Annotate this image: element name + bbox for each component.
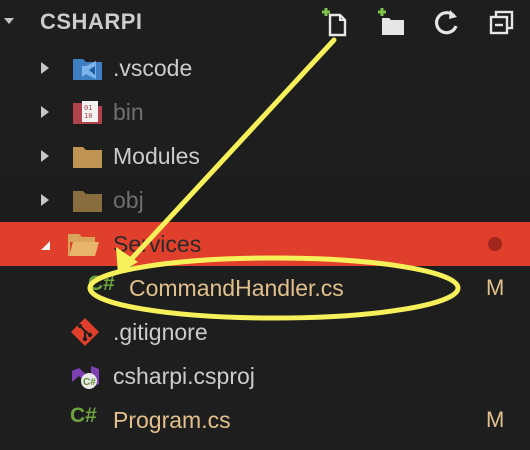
tree-item-program[interactable]: C# Program.cs M <box>0 398 530 442</box>
csharp-icon: C# <box>88 272 115 295</box>
folder-icon <box>73 147 102 168</box>
svg-text:01: 01 <box>84 104 92 112</box>
tree-item-label: .gitignore <box>113 319 208 345</box>
tree-item-modules[interactable]: Modules <box>0 134 530 178</box>
chevron-right-icon[interactable] <box>38 148 52 164</box>
tree-item-gitignore[interactable]: .gitignore <box>0 310 530 354</box>
new-file-icon[interactable] <box>318 6 352 38</box>
tree-item-label: csharpi.csproj <box>113 363 255 389</box>
tree-item-label: CommandHandler.cs <box>129 275 344 301</box>
modified-dot-badge <box>488 237 502 251</box>
tree-item-vscode[interactable]: .vscode <box>0 46 530 90</box>
tree-item-label: .vscode <box>113 55 193 81</box>
chevron-down-icon[interactable] <box>2 14 16 28</box>
tree-item-label: bin <box>113 99 144 125</box>
folder-icon <box>73 191 102 212</box>
binary-folder-icon: 01 10 <box>73 101 102 124</box>
csharp-icon: C# <box>70 404 97 427</box>
git-modified-badge: M <box>486 407 505 432</box>
tree-item-label: Modules <box>113 143 200 169</box>
chevron-down-icon[interactable] <box>38 238 52 252</box>
project-title[interactable]: CSHARPI <box>40 9 143 35</box>
tree-item-label: obj <box>113 187 144 213</box>
vscode-folder-icon <box>73 59 102 80</box>
chevron-right-icon[interactable] <box>38 104 52 120</box>
git-icon <box>71 318 99 346</box>
tree-item-commandhandler[interactable]: C# CommandHandler.cs M <box>0 266 530 310</box>
collapse-all-icon[interactable] <box>486 6 520 38</box>
tree-item-label: Services <box>113 231 202 257</box>
tree-item-obj[interactable]: obj <box>0 178 530 222</box>
svg-text:C#: C# <box>83 377 96 388</box>
explorer-header[interactable]: CSHARPI <box>0 0 530 44</box>
chevron-right-icon[interactable] <box>38 60 52 76</box>
git-modified-badge: M <box>486 275 505 300</box>
csproj-icon: C# <box>72 366 99 389</box>
new-folder-icon[interactable] <box>374 6 408 38</box>
svg-text:10: 10 <box>84 112 92 120</box>
tree-item-bin[interactable]: 01 10 bin <box>0 90 530 134</box>
refresh-icon[interactable] <box>430 6 464 38</box>
tree-item-services[interactable]: Services <box>0 222 530 266</box>
tree-item-csproj[interactable]: C# csharpi.csproj <box>0 354 530 398</box>
tree-item-label: Program.cs <box>113 407 231 433</box>
open-folder-icon <box>68 234 99 256</box>
chevron-right-icon[interactable] <box>38 192 52 208</box>
file-explorer: CSHARPI .vscode 01 10 bin Modules obj Se… <box>0 0 530 450</box>
